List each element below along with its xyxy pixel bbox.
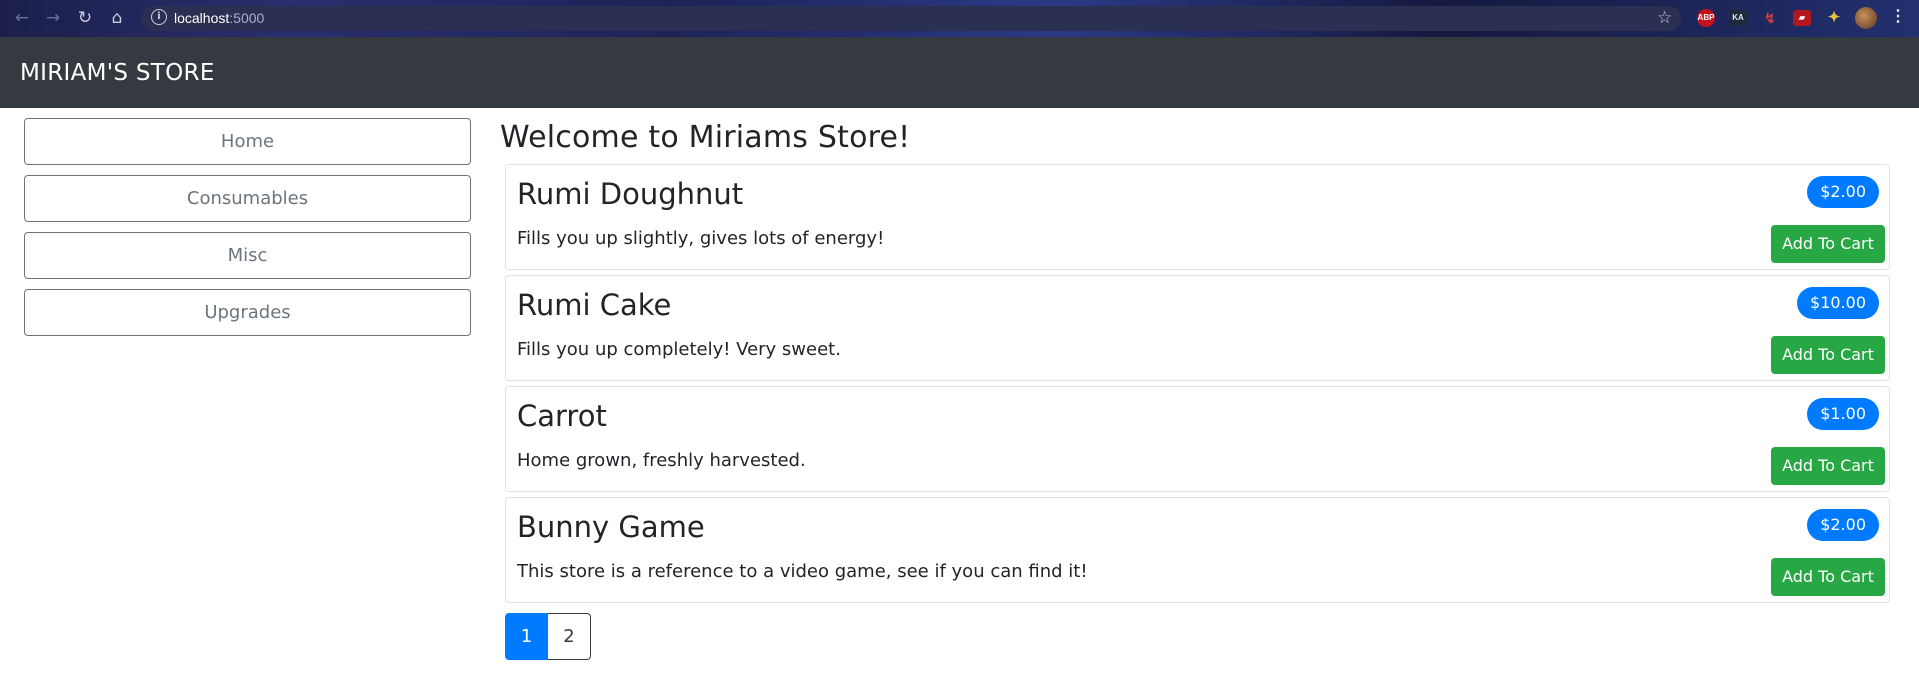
product-name: Bunny Game [517, 510, 705, 544]
page-link-1[interactable]: 1 [505, 613, 548, 660]
address-bar[interactable] [141, 6, 1681, 31]
page-title: Welcome to Miriams Store! [500, 120, 911, 155]
price-badge: $2.00 [1807, 176, 1879, 208]
product-description: Fills you up slightly, gives lots of ene… [517, 228, 885, 249]
reload-icon[interactable]: ↻ [75, 8, 95, 28]
add-to-cart-button[interactable]: Add To Cart [1771, 225, 1885, 263]
bookmark-star-icon[interactable]: ☆ [1657, 8, 1672, 28]
book-extension-icon[interactable]: ▰ [1793, 10, 1811, 26]
browser-toolbar: ← → ↻ ⌂ i localhost:5000 ☆ ABP KA ↯ ▰ ✦ … [0, 0, 1919, 37]
app-navbar [0, 37, 1919, 108]
product-card: Rumi Cake Fills you up completely! Very … [505, 275, 1890, 381]
page-link-2[interactable]: 2 [548, 613, 591, 660]
price-badge: $10.00 [1797, 287, 1879, 319]
puzzle-extension-icon[interactable]: ✦ [1825, 10, 1843, 26]
hr-extension-icon[interactable]: ↯ [1761, 10, 1779, 26]
price-badge: $2.00 [1807, 509, 1879, 541]
product-name: Rumi Doughnut [517, 177, 744, 211]
url-host: localhost [174, 10, 230, 26]
forward-icon[interactable]: → [43, 8, 63, 28]
back-icon[interactable]: ← [12, 8, 32, 28]
ka-extension-icon[interactable]: KA [1729, 10, 1747, 26]
product-description: This store is a reference to a video gam… [517, 561, 1088, 582]
product-description: Fills you up completely! Very sweet. [517, 339, 841, 360]
sidebar-item-consumables[interactable]: Consumables [24, 175, 471, 222]
pagination: 1 2 [505, 613, 591, 660]
sidebar-item-home[interactable]: Home [24, 118, 471, 165]
sidebar-item-misc[interactable]: Misc [24, 232, 471, 279]
brand-title[interactable]: MIRIAM'S STORE [20, 60, 215, 86]
url-text[interactable]: localhost:5000 [174, 10, 264, 26]
url-port: :5000 [229, 10, 265, 26]
add-to-cart-button[interactable]: Add To Cart [1771, 447, 1885, 485]
product-card: Carrot Home grown, freshly harvested. $1… [505, 386, 1890, 492]
category-sidebar: Home Consumables Misc Upgrades [24, 118, 471, 346]
home-icon[interactable]: ⌂ [107, 8, 127, 28]
price-badge: $1.00 [1807, 398, 1879, 430]
add-to-cart-button[interactable]: Add To Cart [1771, 336, 1885, 374]
product-card: Bunny Game This store is a reference to … [505, 497, 1890, 603]
site-info-icon[interactable]: i [151, 9, 167, 25]
product-name: Carrot [517, 399, 607, 433]
product-name: Rumi Cake [517, 288, 672, 322]
add-to-cart-button[interactable]: Add To Cart [1771, 558, 1885, 596]
product-description: Home grown, freshly harvested. [517, 450, 806, 471]
main-content: Welcome to Miriams Store! [500, 118, 1892, 163]
adblock-extension-icon[interactable]: ABP [1697, 9, 1715, 27]
profile-avatar[interactable] [1855, 7, 1877, 29]
browser-menu-icon[interactable]: ⋮ [1890, 8, 1906, 25]
product-card: Rumi Doughnut Fills you up slightly, giv… [505, 164, 1890, 270]
sidebar-item-upgrades[interactable]: Upgrades [24, 289, 471, 336]
